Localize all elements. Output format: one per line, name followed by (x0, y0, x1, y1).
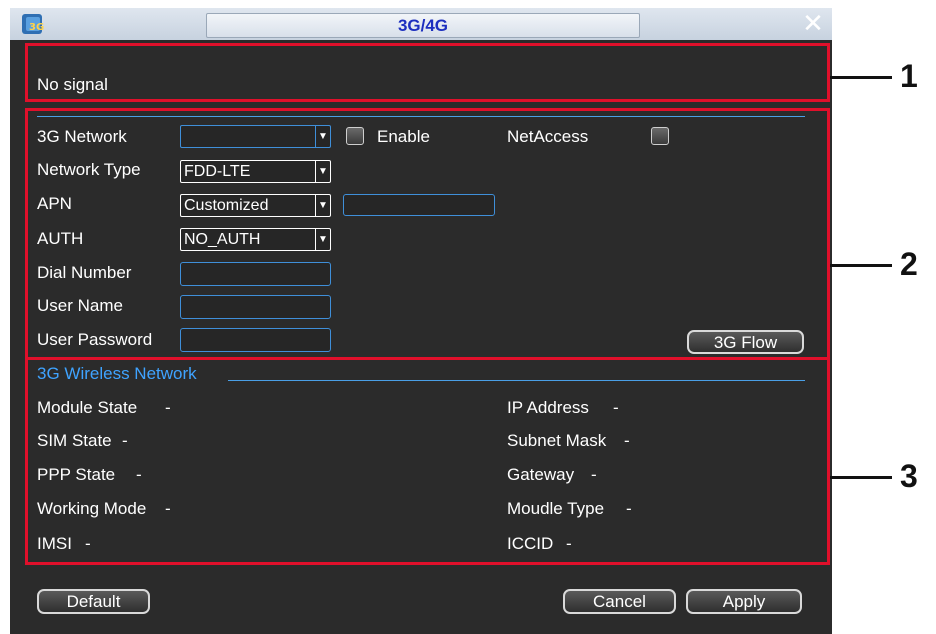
cancel-button[interactable]: Cancel (563, 589, 676, 614)
callout-number-1: 1 (900, 58, 918, 94)
callout-line-2 (830, 264, 892, 267)
callout-number-2: 2 (900, 246, 918, 282)
svg-text:3G: 3G (29, 22, 44, 33)
default-button[interactable]: Default (37, 589, 150, 614)
callout-number-3: 3 (900, 458, 918, 494)
title-bar: 3G 3G/4G ✕ (10, 8, 832, 40)
close-icon[interactable]: ✕ (802, 10, 824, 36)
annotation-box-3 (25, 357, 830, 565)
apply-button[interactable]: Apply (686, 589, 802, 614)
callout-line-1 (830, 76, 892, 79)
annotation-box-1 (25, 43, 830, 102)
annotation-box-2 (25, 108, 830, 360)
callout-line-3 (830, 476, 892, 479)
window-title: 3G/4G (206, 13, 640, 38)
3g-app-icon: 3G (20, 11, 46, 37)
